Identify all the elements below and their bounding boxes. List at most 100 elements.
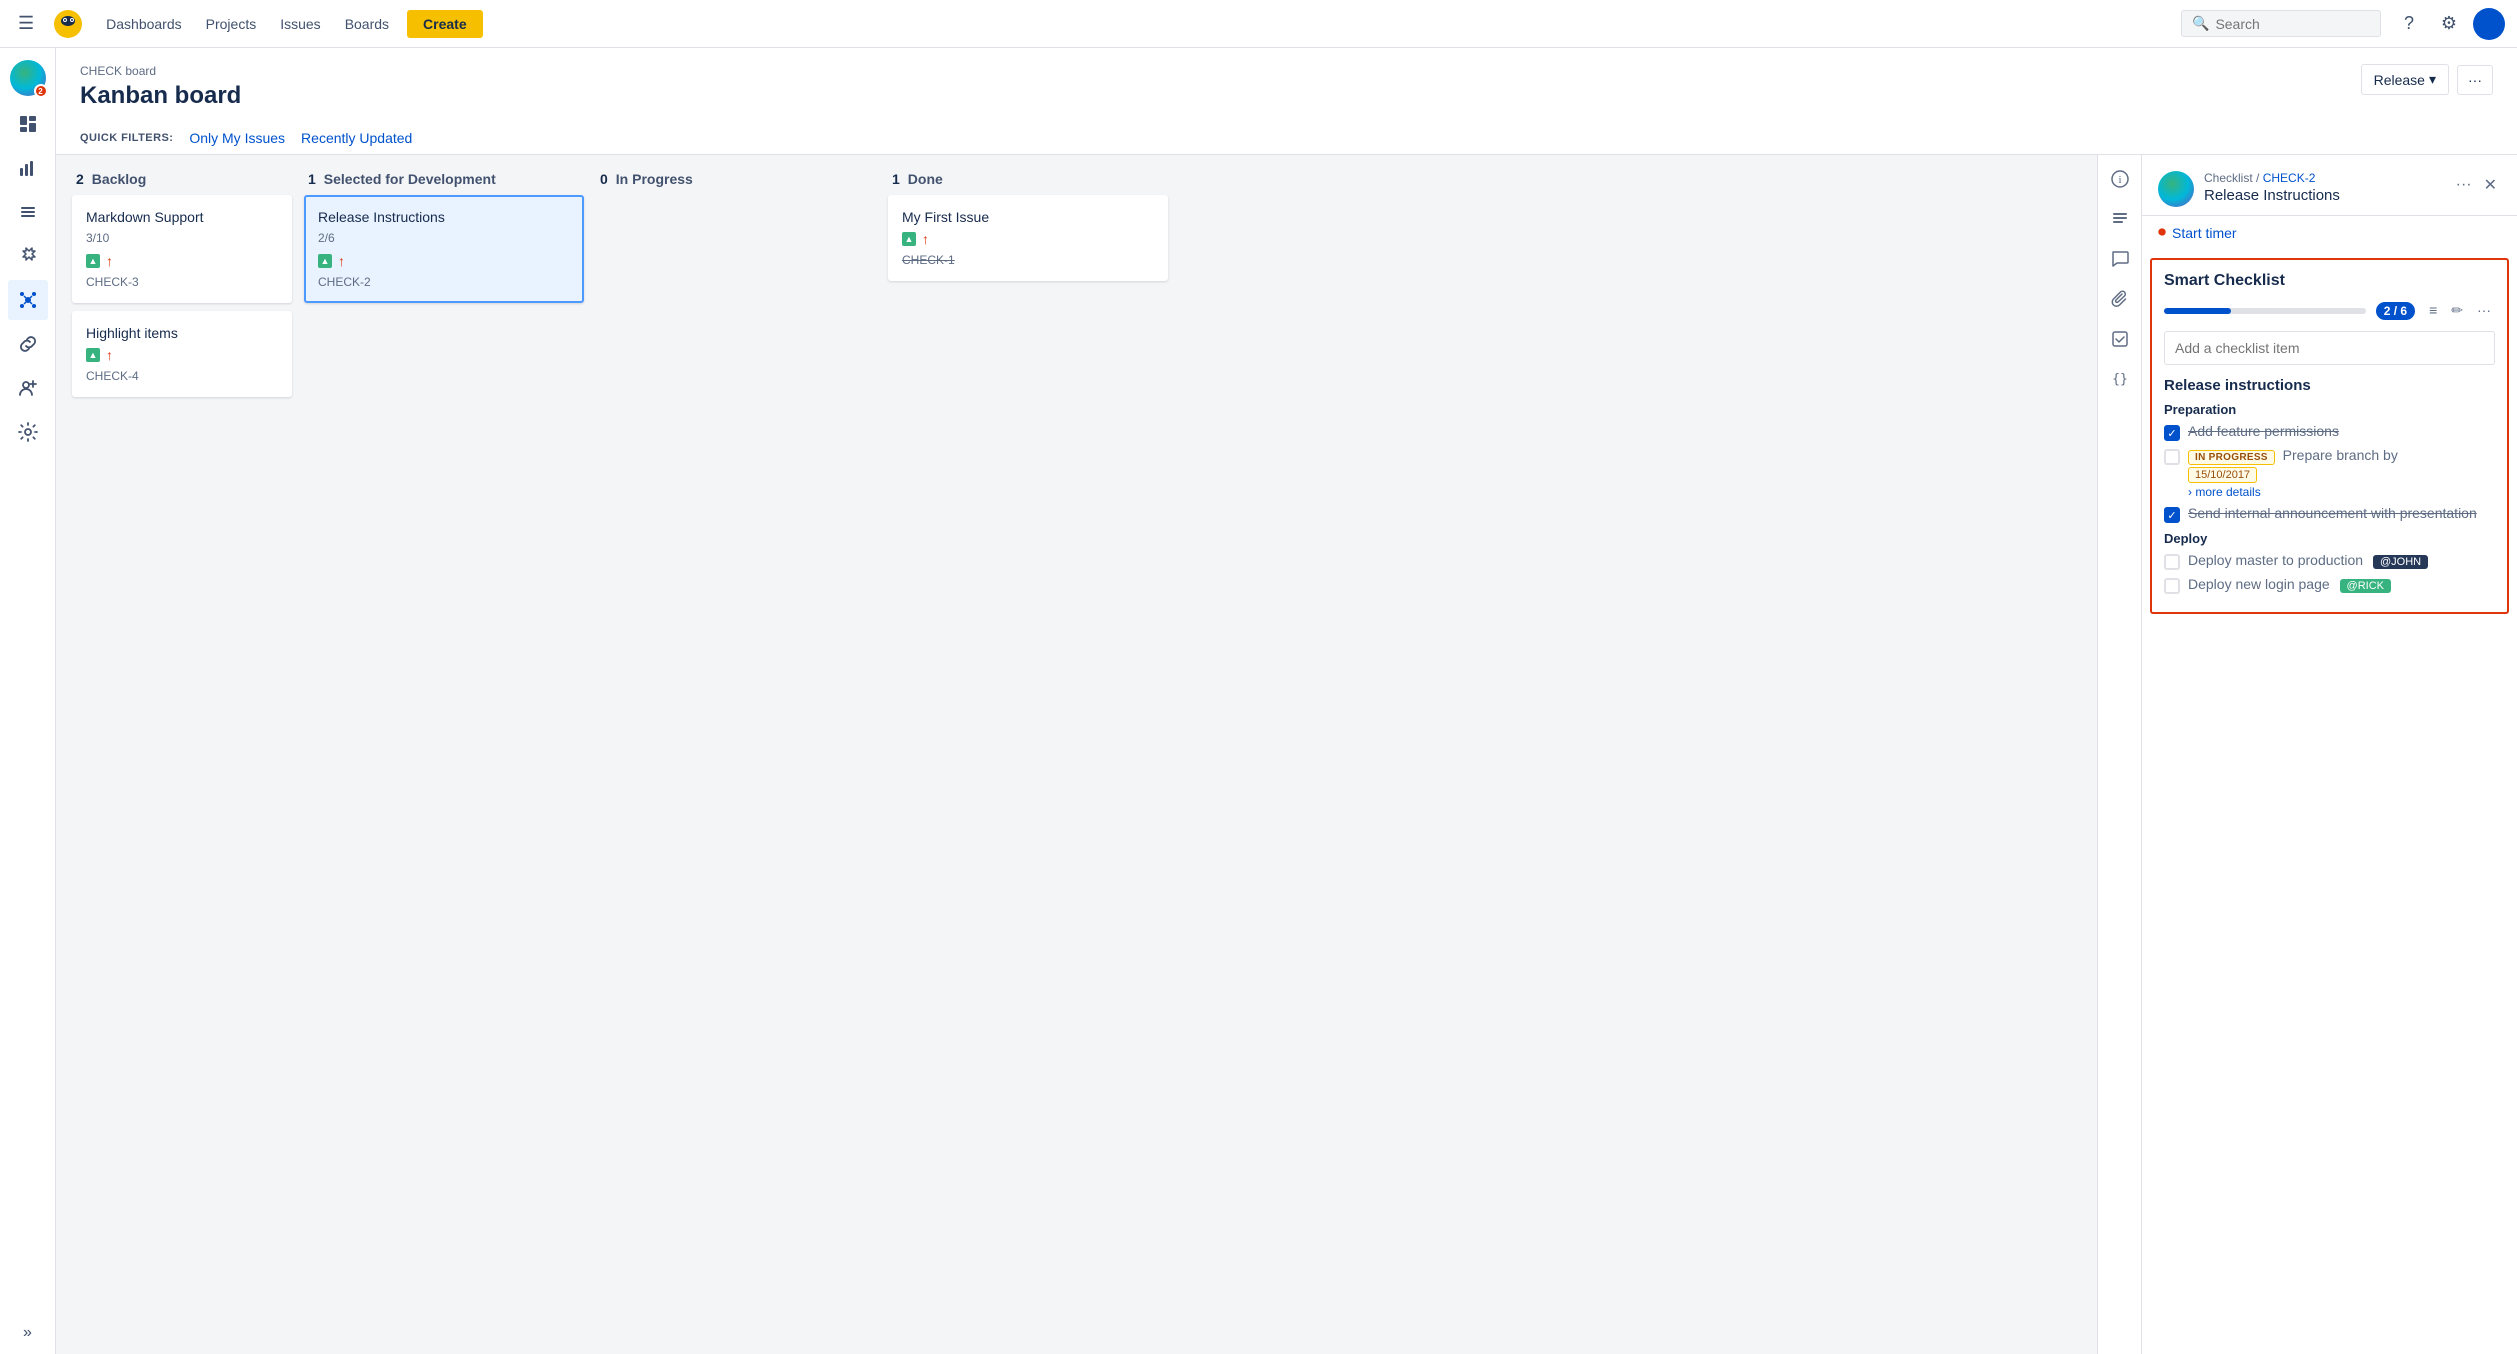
checklist-item-2-text: Prepare branch by (2283, 447, 2398, 463)
quick-filters-label: QUICK FILTERS: (80, 132, 173, 144)
nav-issues[interactable]: Issues (270, 12, 330, 36)
card-meta: 3/10 (86, 231, 278, 245)
card-id: CHECK-2 (318, 275, 570, 289)
sidebar-item-nodes[interactable] (8, 280, 48, 320)
checklist-item: ✓ Send internal announcement with presen… (2164, 505, 2495, 523)
detail-close-button[interactable]: ✕ (2480, 171, 2501, 199)
nav-dashboards[interactable]: Dashboards (96, 12, 192, 36)
checklist-add-input[interactable] (2164, 331, 2495, 365)
more-options-button[interactable]: ··· (2457, 65, 2493, 95)
card-title: Markdown Support (86, 209, 278, 225)
card-meta: 2/6 (318, 231, 570, 245)
detail-more-button[interactable]: ··· (2452, 171, 2476, 199)
board-body: 2 Backlog Markdown Support 3/10 ▲ ↑ (56, 155, 2517, 1354)
sidebar-project-avatar[interactable]: 2 (10, 60, 46, 96)
checklist-item-1-text: Add feature permissions (2188, 423, 2339, 439)
card-id: CHECK-1 (902, 253, 1154, 267)
checklist-item-4-content: Deploy master to production @JOHN (2188, 552, 2495, 569)
filter-my-issues[interactable]: Only My Issues (189, 130, 285, 146)
checklist-filter-icons: ≡ ✏ ··· (2425, 300, 2495, 321)
column-done: 1 Done My First Issue ▲ ↑ CHECK-1 (888, 171, 1168, 1338)
checklist-more-icon[interactable]: ··· (2473, 300, 2495, 321)
checklist-edit-icon[interactable]: ✏ (2447, 300, 2467, 321)
sidebar-collapse[interactable]: » (23, 1324, 32, 1342)
app-logo (52, 8, 84, 40)
main-content: CHECK board Kanban board Release ▾ ··· Q… (56, 48, 2517, 1354)
sidebar-item-links[interactable] (8, 324, 48, 364)
quick-filters: QUICK FILTERS: Only My Issues Recently U… (80, 122, 2493, 154)
column-in-progress: 0 In Progress (596, 171, 876, 1338)
hamburger-menu[interactable]: ☰ (12, 7, 40, 40)
story-type-icon: ▲ (86, 348, 100, 362)
detail-code-icon[interactable]: {} (2104, 363, 2136, 395)
card-markdown-support[interactable]: Markdown Support 3/10 ▲ ↑ CHECK-3 (72, 195, 292, 303)
checklist-checkbox-3[interactable]: ✓ (2164, 507, 2180, 523)
card-my-first-issue[interactable]: My First Issue ▲ ↑ CHECK-1 (888, 195, 1168, 281)
release-button[interactable]: Release ▾ (2361, 64, 2449, 95)
sidebar-item-reports[interactable] (8, 148, 48, 188)
sidebar-item-add-user[interactable] (8, 368, 48, 408)
detail-issue-title: Release Instructions (2204, 187, 2442, 204)
checklist-item: Deploy master to production @JOHN (2164, 552, 2495, 570)
card-icons: ▲ ↑ (86, 347, 278, 363)
nav-projects[interactable]: Projects (196, 12, 267, 36)
detail-sidebar-icons: i {} (2098, 155, 2142, 1354)
card-release-instructions[interactable]: Release Instructions 2/6 ▲ ↑ CHECK-2 (304, 195, 584, 303)
detail-attachment-icon[interactable] (2104, 283, 2136, 315)
checklist-item-5-content: Deploy new login page @RICK (2188, 576, 2495, 593)
sidebar-item-board[interactable] (8, 104, 48, 144)
checklist-subsection-preparation: Preparation (2164, 402, 2495, 417)
sidebar-item-settings[interactable] (8, 412, 48, 452)
detail-info-icon[interactable]: i (2104, 163, 2136, 195)
board-header: CHECK board Kanban board Release ▾ ··· Q… (56, 48, 2517, 155)
priority-icon: ↑ (106, 347, 113, 363)
detail-breadcrumb-issue-link[interactable]: CHECK-2 (2263, 171, 2316, 185)
checklist-subsection-deploy: Deploy (2164, 531, 2495, 546)
search-box[interactable]: 🔍 (2181, 10, 2381, 37)
card-title: Release Instructions (318, 209, 570, 225)
story-type-icon: ▲ (318, 254, 332, 268)
detail-checklist-icon[interactable] (2104, 323, 2136, 355)
card-icons: ▲ ↑ (318, 253, 570, 269)
board-header-actions: Release ▾ ··· (2361, 64, 2493, 95)
settings-icon[interactable]: ⚙ (2433, 8, 2465, 40)
checklist-item-5-text: Deploy new login page (2188, 576, 2330, 592)
card-icons: ▲ ↑ (902, 231, 1154, 247)
sidebar-item-backlog[interactable] (8, 192, 48, 232)
card-title: My First Issue (902, 209, 1154, 225)
checklist-title: Smart Checklist (2164, 272, 2495, 290)
sidebar: 2 » (0, 48, 56, 1354)
sidebar-item-plugins[interactable] (8, 236, 48, 276)
checklist-checkbox-4[interactable] (2164, 554, 2180, 570)
filter-recently-updated[interactable]: Recently Updated (301, 130, 412, 146)
column-done-header: 1 Done (888, 171, 1168, 187)
checklist-item: IN PROGRESS Prepare branch by 15/10/2017… (2164, 447, 2495, 499)
checklist-checkbox-1[interactable]: ✓ (2164, 425, 2180, 441)
checklist-progress-row: 2 / 6 ≡ ✏ ··· (2164, 300, 2495, 321)
checklist-filter-icon[interactable]: ≡ (2425, 300, 2441, 321)
checklist-badge: 2 / 6 (2376, 302, 2415, 320)
story-type-icon: ▲ (902, 232, 916, 246)
column-selected: 1 Selected for Development Release Instr… (304, 171, 584, 1338)
detail-description-icon[interactable] (2104, 203, 2136, 235)
start-timer-link[interactable]: Start timer (2172, 225, 2237, 241)
more-details-link[interactable]: › more details (2188, 485, 2495, 499)
detail-breadcrumb: Checklist / CHECK-2 (2204, 171, 2442, 185)
column-backlog-cards: Markdown Support 3/10 ▲ ↑ CHECK-3 Highli… (72, 195, 292, 397)
card-highlight-items[interactable]: Highlight items ▲ ↑ CHECK-4 (72, 311, 292, 397)
create-button[interactable]: Create (407, 10, 483, 38)
card-title: Highlight items (86, 325, 278, 341)
detail-comment-icon[interactable] (2104, 243, 2136, 275)
nav-boards[interactable]: Boards (335, 12, 399, 36)
checklist-item: ✓ Add feature permissions (2164, 423, 2495, 441)
checklist-item-2-content: IN PROGRESS Prepare branch by 15/10/2017… (2188, 447, 2495, 499)
checklist-section-title: Release instructions (2164, 377, 2495, 394)
checklist-checkbox-5[interactable] (2164, 578, 2180, 594)
in-progress-badge: IN PROGRESS (2188, 450, 2275, 465)
card-id: CHECK-4 (86, 369, 278, 383)
svg-text:i: i (2118, 174, 2121, 186)
help-icon[interactable]: ? (2393, 8, 2425, 40)
user-avatar[interactable] (2473, 8, 2505, 40)
checklist-checkbox-2[interactable] (2164, 449, 2180, 465)
search-input[interactable] (2215, 16, 2355, 32)
